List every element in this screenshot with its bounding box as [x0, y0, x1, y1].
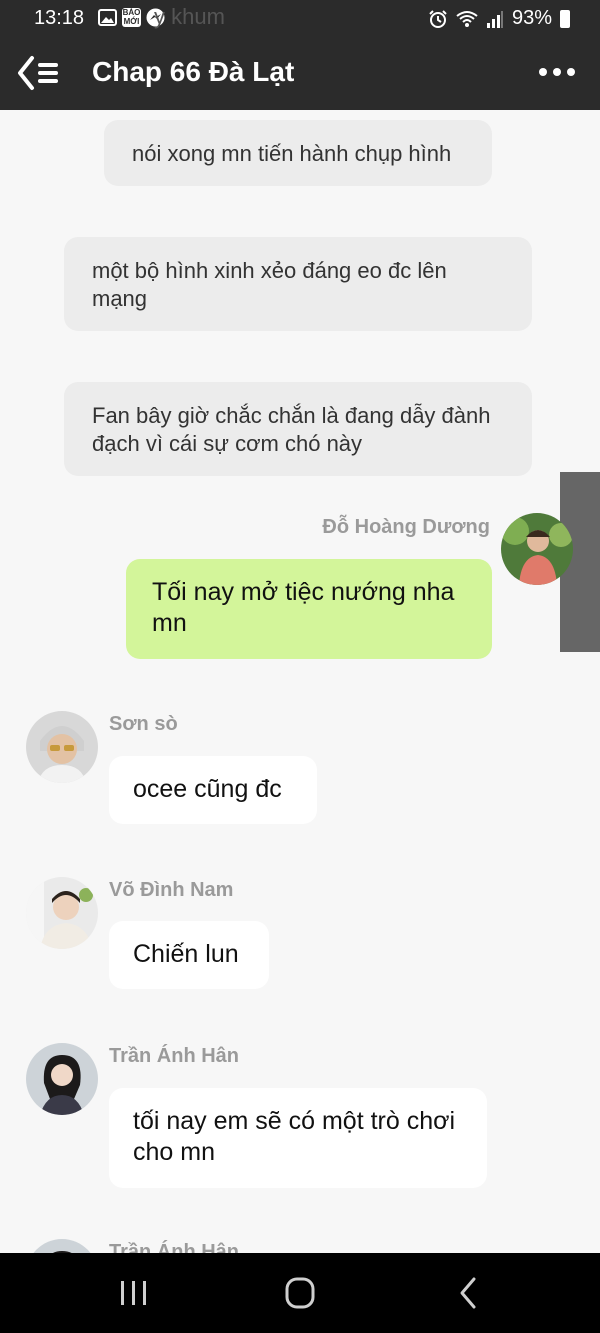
- sender-name: Trần Ánh Hân: [109, 1241, 240, 1253]
- recent-apps-icon: [121, 1281, 146, 1305]
- home-button[interactable]: [270, 1271, 330, 1315]
- avatar-photo: [26, 1239, 98, 1253]
- signal-icon: [486, 10, 503, 28]
- avatar[interactable]: [501, 513, 573, 585]
- app-header: Chap 66 Đà Lạt: [0, 36, 600, 110]
- chat-title: Chap 66 Đà Lạt: [92, 56, 295, 87]
- more-options-button[interactable]: [534, 52, 580, 92]
- message-bubble[interactable]: nói xong mn tiến hành chụp hình: [104, 120, 492, 186]
- background-text: y khum: [154, 4, 225, 29]
- message-text: nói xong mn tiến hành chụp hình: [132, 141, 452, 166]
- system-status: 93%: [428, 7, 570, 30]
- status-time: 13:18: [34, 7, 85, 29]
- avatar-photo: [26, 1043, 98, 1115]
- chat-messages[interactable]: nói xong mn tiến hành chụp hình một bộ h…: [0, 110, 600, 1253]
- back-menu-icon: [18, 56, 58, 90]
- wifi-icon: [456, 10, 478, 27]
- alarm-icon: [429, 9, 447, 28]
- battery-icon: [560, 9, 570, 28]
- message-text: ocee cũng đc: [133, 775, 282, 803]
- gallery-icon: [98, 9, 117, 26]
- back-chevron-icon: [460, 1277, 476, 1309]
- status-bar: 13:18 BÁO MỚI y khum 93%: [0, 0, 600, 36]
- back-nav-button[interactable]: [438, 1271, 498, 1315]
- avatar[interactable]: [26, 1239, 98, 1253]
- sender-name: Võ Đình Nam: [109, 879, 234, 901]
- avatar-photo: [26, 877, 98, 949]
- message-text: Tối nay mở tiệc nướng nha mn: [152, 578, 455, 637]
- back-button[interactable]: [16, 54, 64, 92]
- message-bubble[interactable]: Fan bây giờ chắc chắn là đang dẫy đành đ…: [64, 382, 532, 476]
- avatar[interactable]: [26, 711, 98, 783]
- navigation-bar: [0, 1253, 600, 1333]
- own-message-bubble[interactable]: Tối nay mở tiệc nướng nha mn: [126, 559, 492, 659]
- avatar[interactable]: [26, 877, 98, 949]
- avatar-photo: [26, 711, 98, 783]
- sender-name: Sơn sò: [109, 713, 178, 735]
- avatar[interactable]: [26, 1043, 98, 1115]
- sender-name: Trần Ánh Hân: [109, 1045, 240, 1067]
- message-text: một bộ hình xinh xẻo đáng eo đc lên mạng: [92, 258, 447, 311]
- home-icon: [285, 1277, 315, 1309]
- message-text: tối nay em sẽ có một trò chơi cho mn: [133, 1107, 456, 1166]
- message-bubble[interactable]: ocee cũng đc: [109, 756, 317, 824]
- avatar-photo: [501, 513, 573, 585]
- baomoi-icon: BÁO MỚI: [122, 8, 141, 27]
- recent-apps-button[interactable]: [104, 1271, 164, 1315]
- battery-percent: 93%: [511, 7, 552, 29]
- message-bubble[interactable]: Chiến lun: [109, 921, 269, 989]
- message-text: Chiến lun: [133, 940, 239, 968]
- sender-name: Đỗ Hoàng Dương: [322, 516, 490, 538]
- message-bubble[interactable]: một bộ hình xinh xẻo đáng eo đc lên mạng: [64, 237, 532, 331]
- message-bubble[interactable]: tối nay em sẽ có một trò chơi cho mn: [109, 1088, 487, 1188]
- more-dots-icon: [539, 68, 575, 76]
- message-text: Fan bây giờ chắc chắn là đang dẫy đành đ…: [92, 403, 491, 456]
